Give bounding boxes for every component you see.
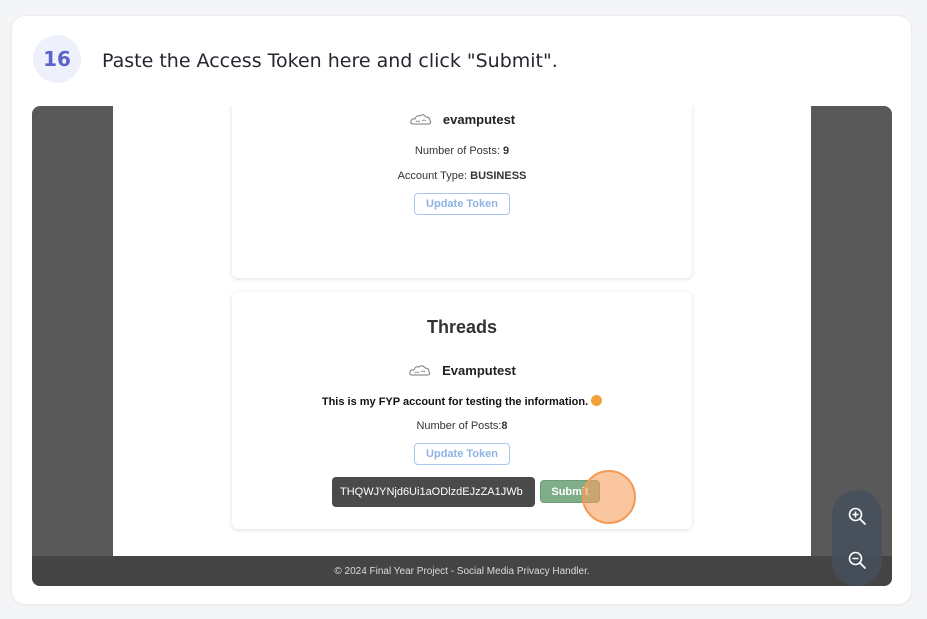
threads-update-token-button[interactable]: Update Token <box>414 443 510 465</box>
threads-posts-count: Number of Posts:8 <box>232 420 692 432</box>
page-footer: © 2024 Final Year Project - Social Media… <box>32 556 892 586</box>
smiley-emoji-icon <box>591 395 603 406</box>
instagram-update-token-button[interactable]: Update Token <box>414 193 510 215</box>
threads-username: Evamputest <box>442 362 516 378</box>
zoom-in-button[interactable] <box>832 494 882 538</box>
cloud-avatar-icon <box>409 365 431 376</box>
instagram-account-type: Account Type: BUSINESS <box>232 170 692 182</box>
posts-value: 8 <box>501 420 508 432</box>
step-instruction: Paste the Access Token here and click "S… <box>102 50 558 72</box>
zoom-out-icon <box>848 551 866 569</box>
step-number-badge: 16 <box>33 35 81 83</box>
instagram-posts-count: Number of Posts: 9 <box>232 145 692 157</box>
zoom-in-icon <box>848 507 866 525</box>
web-page: evamputest Number of Posts: 9 Account Ty… <box>113 106 811 556</box>
click-highlight-marker <box>582 470 636 524</box>
threads-card-title: Threads <box>426 317 498 337</box>
threads-bio: This is my FYP account for testing the i… <box>232 395 692 408</box>
instagram-username: evamputest <box>442 111 516 127</box>
account-type-value: BUSINESS <box>470 170 527 182</box>
step-screenshot: evamputest Number of Posts: 9 Account Ty… <box>32 106 892 586</box>
cloud-avatar-icon <box>410 114 432 125</box>
step-card: 16 Paste the Access Token here and click… <box>11 15 912 605</box>
instagram-account-card: evamputest Number of Posts: 9 Account Ty… <box>232 106 692 278</box>
posts-label: Number of Posts: <box>416 420 502 432</box>
posts-value: 9 <box>502 145 510 157</box>
instagram-account-row: evamputest <box>232 111 692 127</box>
zoom-out-button[interactable] <box>832 538 882 582</box>
account-type-label: Account Type: <box>397 170 471 182</box>
posts-label: Number of Posts: <box>414 145 503 157</box>
zoom-controls <box>832 490 882 586</box>
bio-text: This is my FYP account for testing the i… <box>321 396 589 408</box>
access-token-input[interactable]: THQWJYNjd6Ui1aODlzdEJzZA1JWb <box>332 477 535 507</box>
threads-account-row: Evamputest <box>232 362 692 378</box>
